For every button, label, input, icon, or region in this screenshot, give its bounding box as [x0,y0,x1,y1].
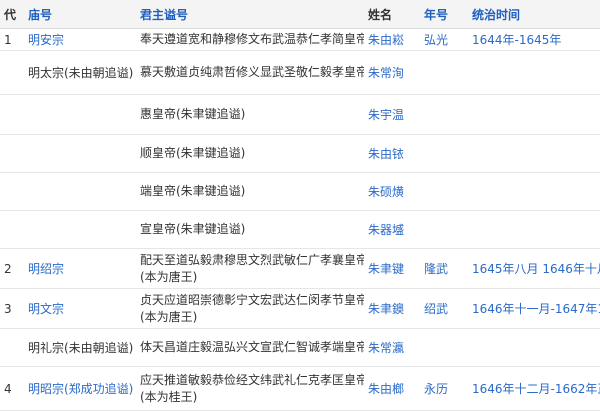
table-row: 明太宗(未由朝追谥) 慕天敷道贞纯肃哲修义显武圣敬仁毅孝皇帝 朱常洵 [0,50,600,95]
row-name-link[interactable]: 朱由榔 [364,366,420,411]
header-name: 姓名 [364,0,420,29]
row-miaohao [24,94,136,135]
header-miaohao[interactable]: 庙号 [24,0,136,29]
row-nianhao-link[interactable]: 隆武 [420,248,468,289]
row-shihao: 贞天应道昭崇德彰宁文宏武达仁闵孝节皇帝 (本为唐王) [136,288,364,329]
row-shihao: 慕天敷道贞纯肃哲修义显武圣敬仁毅孝皇帝 [136,50,364,95]
row-miaohao [24,172,136,211]
row-time [468,328,600,367]
row-nianhao [420,134,468,173]
header-nianhao[interactable]: 年号 [420,0,468,29]
table-row: 2 明绍宗 配天至道弘毅肃穆思文烈武敏仁广孝襄皇帝 (本为唐王) 朱聿键 隆武 1… [0,248,600,289]
row-time [468,50,600,95]
row-no: 2 [0,248,24,289]
row-time [468,134,600,173]
table-row: 惠皇帝(朱聿键追谥) 朱宇温 [0,94,600,135]
row-miaohao: 明礼宗(未由朝追谥) [24,328,136,367]
row-time [468,172,600,211]
row-name-link[interactable]: 朱常瀛 [364,328,420,367]
header-shihao[interactable]: 君主谥号 [136,0,364,29]
row-no: 1 [0,28,24,51]
header-shihao-label[interactable]: 君主谥号 [140,8,188,22]
row-time [468,94,600,135]
row-name-link[interactable]: 朱常洵 [364,50,420,95]
row-nianhao [420,50,468,95]
row-miaohao [24,210,136,249]
row-name-link[interactable]: 朱宇温 [364,94,420,135]
row-shihao: 宣皇帝(朱聿键追谥) [136,210,364,249]
row-shihao-note: (本为唐王) [140,309,198,324]
row-shihao-note: (本为桂王) [140,389,198,404]
row-miaohao-link[interactable]: 明昭宗(郑成功追谥) [24,366,136,411]
row-shihao: 应天推道敏毅恭俭经文纬武礼仁克孝匡皇帝 (本为桂王) [136,366,364,411]
row-nianhao [420,328,468,367]
row-nianhao-link[interactable]: 绍武 [420,288,468,329]
table-header-row: 代 庙号 君主谥号 姓名 年号 统治时间 [0,0,600,29]
row-shihao: 顺皇帝(朱聿键追谥) [136,134,364,173]
row-nianhao-link[interactable]: 弘光 [420,28,468,51]
header-nianhao-label[interactable]: 年号 [424,8,448,22]
row-name-link[interactable]: 朱聿键 [364,248,420,289]
row-shihao: 奉天遵道宽和静穆修文布武温恭仁孝简皇帝 [136,28,364,51]
row-shihao: 体天昌道庄毅温弘兴文宣武仁智诚孝端皇帝 [136,328,364,367]
row-time: 1646年十二月-1662年正月 [468,366,600,411]
row-name-link[interactable]: 朱由铱 [364,134,420,173]
row-time: 1644年-1645年 [468,28,600,51]
table-row: 端皇帝(朱聿键追谥) 朱硕熿 [0,172,600,211]
row-miaohao-link[interactable]: 明安宗 [24,28,136,51]
row-nianhao [420,94,468,135]
row-time: 1646年十一月-1647年1月 [468,288,600,329]
row-nianhao-link[interactable]: 永历 [420,366,468,411]
row-shihao: 惠皇帝(朱聿键追谥) [136,94,364,135]
header-time-label[interactable]: 统治时间 [472,8,520,22]
row-no [0,328,24,367]
row-shihao-text: 贞天应道昭崇德彰宁文宏武达仁闵孝节皇帝 [140,292,364,307]
header-time[interactable]: 统治时间 [468,0,600,29]
row-name-link[interactable]: 朱聿鐭 [364,288,420,329]
header-no: 代 [0,0,24,29]
table-row: 3 明文宗 贞天应道昭崇德彰宁文宏武达仁闵孝节皇帝 (本为唐王) 朱聿鐭 绍武 1… [0,288,600,329]
row-miaohao [24,134,136,173]
table-row: 顺皇帝(朱聿键追谥) 朱由铱 [0,134,600,173]
row-no [0,94,24,135]
row-miaohao-link[interactable]: 明绍宗 [24,248,136,289]
dynasty-table: 代 庙号 君主谥号 姓名 年号 统治时间 1 明安宗 奉天遵道宽和静穆修文布武温… [0,0,600,411]
header-miaohao-label[interactable]: 庙号 [28,8,52,22]
row-shihao-note: (本为唐王) [140,269,198,284]
row-no [0,172,24,211]
row-no [0,50,24,95]
table-row: 宣皇帝(朱聿键追谥) 朱器墭 [0,210,600,249]
row-time [468,210,600,249]
row-name-link[interactable]: 朱硕熿 [364,172,420,211]
row-shihao-text: 配天至道弘毅肃穆思文烈武敏仁广孝襄皇帝 [140,252,364,267]
row-shihao: 配天至道弘毅肃穆思文烈武敏仁广孝襄皇帝 (本为唐王) [136,248,364,289]
row-no [0,210,24,249]
row-nianhao [420,210,468,249]
table-row: 明礼宗(未由朝追谥) 体天昌道庄毅温弘兴文宣武仁智诚孝端皇帝 朱常瀛 [0,328,600,367]
table-row: 4 明昭宗(郑成功追谥) 应天推道敏毅恭俭经文纬武礼仁克孝匡皇帝 (本为桂王) 朱… [0,366,600,411]
table-row: 1 明安宗 奉天遵道宽和静穆修文布武温恭仁孝简皇帝 朱由崧 弘光 1644年-1… [0,28,600,51]
row-name-link[interactable]: 朱由崧 [364,28,420,51]
row-name-link[interactable]: 朱器墭 [364,210,420,249]
row-no [0,134,24,173]
row-shihao: 端皇帝(朱聿键追谥) [136,172,364,211]
row-nianhao [420,172,468,211]
row-no: 3 [0,288,24,329]
row-miaohao: 明太宗(未由朝追谥) [24,50,136,95]
row-time: 1645年八月 1646年十月 [468,248,600,289]
row-no: 4 [0,366,24,411]
row-shihao-text: 应天推道敏毅恭俭经文纬武礼仁克孝匡皇帝 [140,372,364,387]
row-miaohao-link[interactable]: 明文宗 [24,288,136,329]
